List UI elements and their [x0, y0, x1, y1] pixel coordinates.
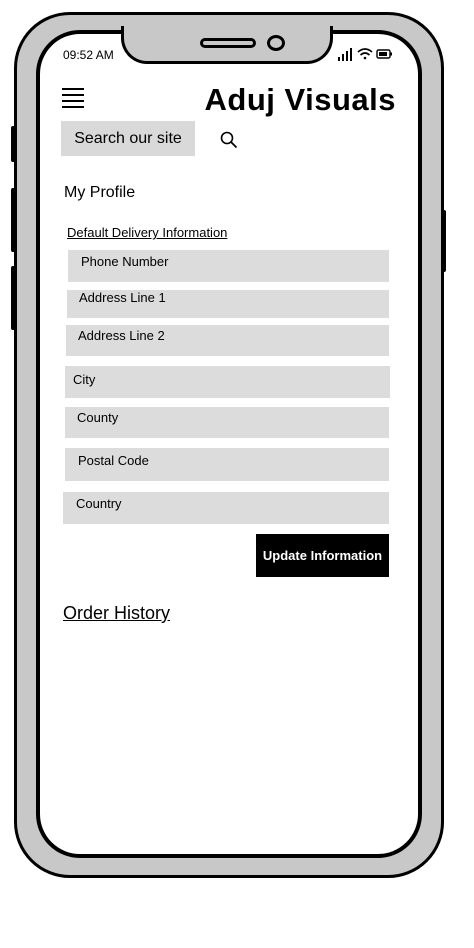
phone-side-button	[11, 266, 16, 330]
brand-title: Aduj Visuals	[204, 82, 396, 117]
search-icon[interactable]	[220, 131, 238, 149]
country-field[interactable]: Country	[63, 492, 389, 524]
address-line-2-field[interactable]: Address Line 2	[66, 325, 389, 356]
search-button[interactable]: Search our site	[61, 121, 195, 156]
phone-number-field[interactable]: Phone Number	[68, 250, 389, 282]
wifi-icon	[357, 48, 373, 60]
status-icons	[336, 46, 396, 62]
postal-code-field[interactable]: Postal Code	[65, 448, 389, 481]
field-label: County	[77, 410, 119, 425]
phone-side-button	[11, 126, 16, 162]
field-label: Postal Code	[78, 453, 149, 468]
battery-icon	[376, 49, 392, 59]
page-title: My Profile	[64, 184, 136, 201]
phone-side-button	[441, 210, 446, 272]
status-time: 09:52 AM	[63, 48, 114, 62]
address-line-1-field[interactable]: Address Line 1	[67, 290, 389, 318]
field-label: City	[73, 372, 96, 387]
speaker-icon	[200, 38, 256, 48]
city-field[interactable]: City	[65, 366, 390, 398]
signal-icon	[338, 48, 352, 61]
field-label: Country	[76, 496, 122, 511]
field-label: Phone Number	[81, 254, 169, 269]
section-title: Default Delivery Information	[67, 225, 228, 240]
county-field[interactable]: County	[65, 407, 389, 438]
order-history-link[interactable]: Order History	[63, 603, 170, 624]
camera-icon	[267, 35, 285, 51]
phone-side-button	[11, 188, 16, 252]
hamburger-icon[interactable]	[62, 86, 84, 108]
field-label: Address Line 2	[78, 328, 165, 343]
update-information-button[interactable]: Update Information	[256, 534, 389, 577]
field-label: Address Line 1	[79, 290, 166, 305]
